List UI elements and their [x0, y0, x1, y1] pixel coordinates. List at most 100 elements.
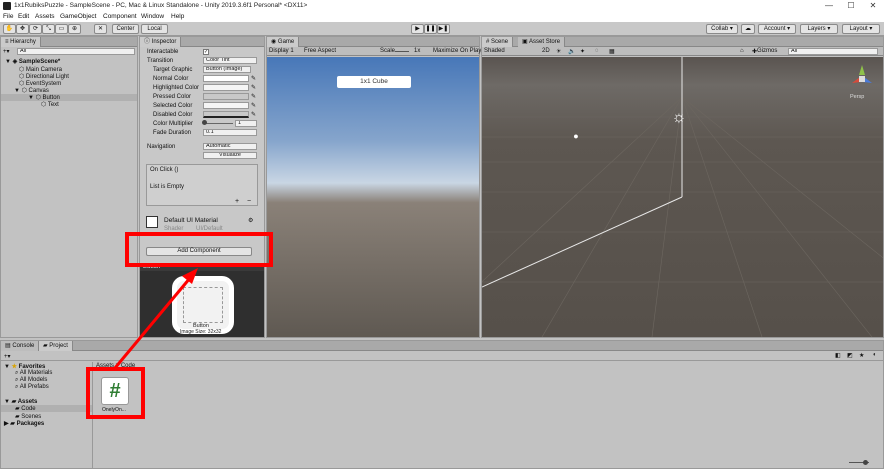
hierarchy-item-main-camera[interactable]: ⬡ Main Camera	[19, 66, 62, 73]
pivot-toggle[interactable]: Center	[112, 24, 139, 34]
minimize-button[interactable]: —	[818, 0, 840, 12]
eyedropper-icon[interactable]: ✎	[251, 102, 256, 109]
game-ui-button[interactable]: 1x1 Cube	[337, 76, 411, 88]
hierarchy-item-eventsystem[interactable]: ⬡ EventSystem	[19, 80, 61, 87]
target-graphic-field[interactable]: Button (Image)	[203, 66, 251, 73]
tab-scene[interactable]: # Scene	[482, 37, 514, 47]
play-button[interactable]: ▶	[411, 24, 424, 34]
shading-mode-select[interactable]: Shaded	[484, 48, 505, 54]
camera-icon[interactable]: ⌂	[740, 48, 744, 54]
eyedropper-icon[interactable]: ✎	[251, 93, 256, 100]
hierarchy-item-directional-light[interactable]: ⬡ Directional Light	[19, 73, 69, 80]
interactable-checkbox[interactable]: ✓	[203, 49, 209, 55]
light-gizmo-icon[interactable]: ☼	[670, 109, 688, 127]
tab-inspector[interactable]: ⓘ Inspector	[140, 37, 182, 47]
search-by-label-icon[interactable]: ◩	[847, 352, 853, 359]
custom-tool-icon[interactable]: ✕	[94, 24, 107, 34]
favorite-all-prefabs[interactable]: ⌕ All Prefabs	[15, 384, 49, 391]
normal-color-swatch[interactable]	[203, 75, 249, 82]
add-event-button[interactable]: +	[235, 198, 239, 205]
maximize-on-play-toggle[interactable]: Maximize On Play	[433, 48, 481, 54]
pause-button[interactable]: ❚❚	[424, 24, 437, 34]
menu-help[interactable]: Help	[171, 13, 184, 20]
step-button[interactable]: ▶❚	[437, 24, 450, 34]
eyedropper-icon[interactable]: ✎	[251, 84, 256, 91]
2d-toggle[interactable]: 2D	[542, 48, 550, 54]
assets-folder[interactable]: ▼ ▰ Assets	[4, 398, 37, 405]
slider-handle[interactable]	[202, 120, 207, 125]
camera-gizmo-icon[interactable]: ●	[569, 131, 583, 141]
menu-file[interactable]: File	[3, 13, 13, 20]
disabled-color-swatch[interactable]	[203, 111, 249, 118]
effects-icon[interactable]: ✦	[580, 48, 585, 55]
menu-gameobject[interactable]: GameObject	[60, 13, 97, 20]
scene-search-input[interactable]: All	[788, 48, 878, 55]
add-icon[interactable]: +▾	[3, 49, 10, 55]
create-dropdown[interactable]: +▾	[4, 353, 11, 360]
scale-tool-icon[interactable]: ⤡	[42, 24, 55, 34]
menu-component[interactable]: Component	[103, 13, 137, 20]
remove-event-button[interactable]: −	[247, 198, 251, 205]
menu-edit[interactable]: Edit	[18, 13, 29, 20]
cloud-icon[interactable]: ☁	[741, 24, 755, 34]
grid-icon[interactable]: ▦	[609, 48, 615, 55]
visualize-button[interactable]: Visualize	[203, 152, 257, 159]
transition-select[interactable]: Color Tint	[203, 57, 257, 64]
audio-icon[interactable]: 🔈	[568, 48, 575, 55]
hidden-packages-icon[interactable]: ◐	[873, 352, 877, 358]
hand-tool-icon[interactable]: ✋	[3, 24, 16, 34]
hierarchy-item-canvas[interactable]: ▼ ⬡ Canvas	[14, 87, 49, 94]
scale-slider[interactable]	[395, 51, 409, 52]
collab-dropdown[interactable]: Collab ▾	[706, 24, 738, 34]
eyedropper-icon[interactable]: ✎	[251, 75, 256, 82]
rect-tool-icon[interactable]: ▭	[55, 24, 68, 34]
tab-game[interactable]: ◉ Game	[267, 37, 300, 47]
favorites-item[interactable]: ▼ ★ Favorites	[4, 363, 45, 370]
display-select[interactable]: Display 1	[269, 48, 294, 54]
color-multiplier-slider[interactable]	[203, 123, 233, 124]
hidden-objects-icon[interactable]: ◌	[595, 48, 599, 54]
favorite-all-materials[interactable]: ⌕ All Materials	[15, 370, 52, 377]
tab-project[interactable]: ▰ Project	[39, 341, 73, 351]
maximize-button[interactable]: ☐	[840, 0, 862, 12]
pressed-color-swatch[interactable]	[203, 93, 249, 100]
game-viewport[interactable]: 1x1 Cube	[267, 57, 479, 337]
lighting-icon[interactable]: ☀	[556, 48, 561, 55]
space-toggle[interactable]: Local	[141, 24, 168, 34]
scene-viewport[interactable]: ☼ ● Persp	[482, 57, 883, 337]
close-button[interactable]: ✕	[862, 0, 884, 12]
favorite-star-icon[interactable]: ★	[859, 352, 864, 359]
packages-folder[interactable]: ▶ ▰ Packages	[4, 420, 44, 427]
tab-console[interactable]: ▤ Console	[1, 341, 40, 351]
selected-color-swatch[interactable]	[203, 102, 249, 109]
rotate-tool-icon[interactable]: ⟳	[29, 24, 42, 34]
menu-assets[interactable]: Assets	[35, 13, 55, 20]
move-tool-icon[interactable]: ✥	[16, 24, 29, 34]
folder-scenes[interactable]: ▰ Scenes	[15, 413, 41, 420]
game-panel: ◉ Game Display 1 Free Aspect Scale 1x Ma…	[266, 36, 481, 338]
hierarchy-scene-row[interactable]: ▼ ◈ SampleScene*	[5, 58, 60, 65]
folder-code[interactable]: ▰ Code	[1, 405, 92, 412]
highlighted-color-swatch[interactable]	[203, 84, 249, 91]
account-dropdown[interactable]: Account ▾	[758, 24, 796, 34]
tab-hierarchy[interactable]: ≡ Hierarchy	[1, 37, 41, 47]
favorite-all-models[interactable]: ⌕ All Models	[15, 377, 47, 384]
settings-icon[interactable]: ⚙	[248, 217, 253, 224]
search-by-type-icon[interactable]: ◧	[835, 352, 841, 359]
tab-asset-store[interactable]: ▣ Asset Store	[518, 37, 566, 47]
hierarchy-item-button[interactable]: ▼ ⬡ Button	[1, 94, 137, 101]
transform-tool-icon[interactable]: ⊕	[68, 24, 81, 34]
menu-window[interactable]: Window	[141, 13, 164, 20]
hierarchy-item-text[interactable]: ⬡ Text	[41, 101, 59, 108]
color-multiplier-field[interactable]: 1	[235, 120, 257, 127]
gizmos-dropdown[interactable]: Gizmos	[757, 48, 777, 54]
navigation-select[interactable]: Automatic	[203, 143, 257, 150]
fade-duration-field[interactable]: 0.1	[203, 129, 257, 136]
hierarchy-search-input[interactable]: All	[17, 48, 135, 55]
layout-dropdown[interactable]: Layout ▾	[842, 24, 880, 34]
orientation-gizmo-icon[interactable]	[848, 63, 876, 93]
thumbnail-size-handle[interactable]	[863, 460, 868, 465]
layers-dropdown[interactable]: Layers ▾	[800, 24, 838, 34]
aspect-select[interactable]: Free Aspect	[304, 48, 336, 54]
eyedropper-icon[interactable]: ✎	[251, 111, 256, 118]
